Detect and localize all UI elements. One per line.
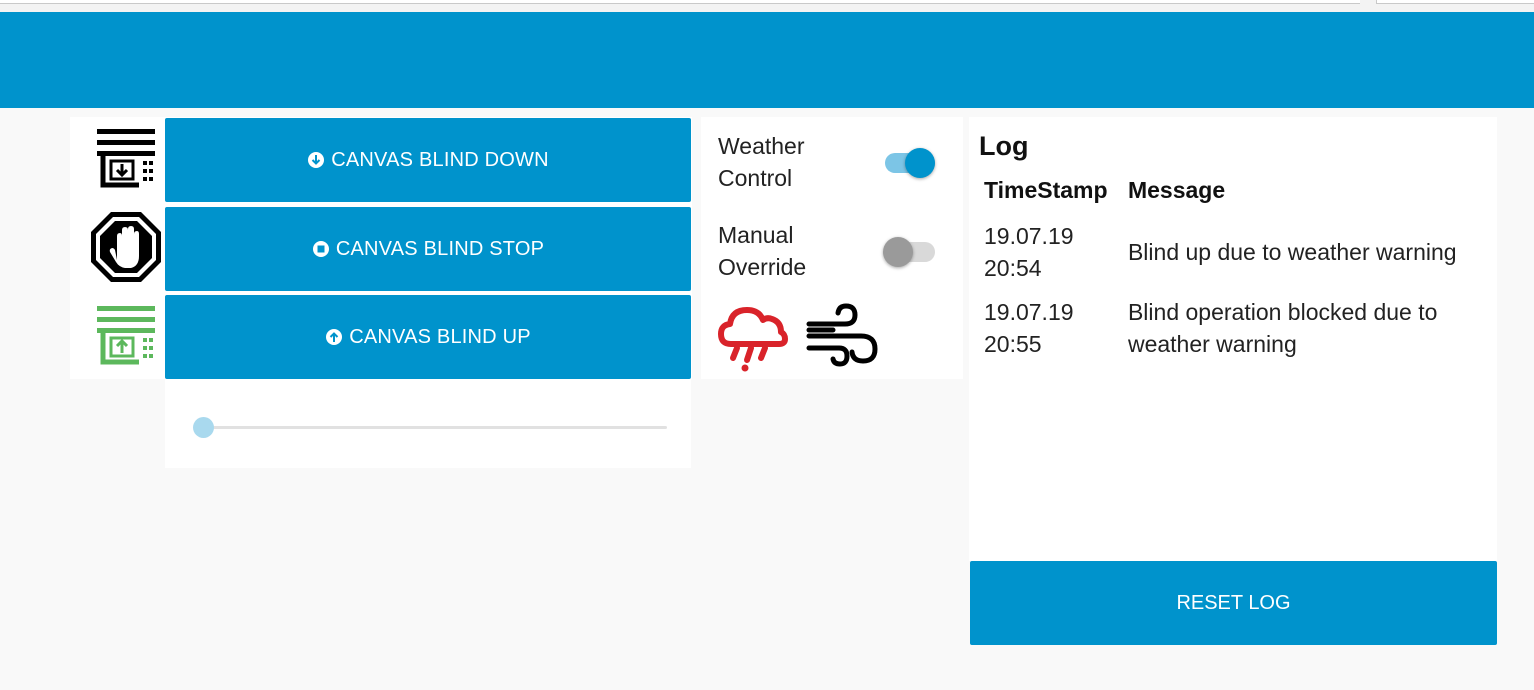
weather-control-label: Weather Control [718,133,805,191]
canvas-blind-up-button[interactable]: CANVAS BLIND UP [165,295,691,379]
canvas-blind-down-button[interactable]: CANVAS BLIND DOWN [165,118,691,202]
canvas-blind-stop-button[interactable]: CANVAS BLIND STOP [165,207,691,291]
blind-position-slider-card [165,379,691,468]
log-column-message: Message [1127,177,1226,203]
log-card: Log TimeStamp Message 19.07.19 20:54 Bli… [969,117,1497,561]
canvas-blind-down-label: CANVAS BLIND DOWN [331,148,549,171]
blind-control-card: CANVAS BLIND DOWN CANVAS BLIND STOP CANV… [70,117,692,379]
blind-position-slider-thumb[interactable] [193,417,214,438]
header-bar [0,12,1534,108]
arrow-down-circle-icon [307,151,325,169]
log-column-timestamp: TimeStamp [984,177,1108,203]
browser-top-strip [0,0,1534,12]
canvas-blind-stop-label: CANVAS BLIND STOP [335,237,545,260]
log-row-message: Blind operation blocked due to weather w… [1127,299,1438,357]
manual-override-label: Manual Override [718,222,807,280]
blind-up-icon [88,295,164,375]
manual-override-toggle[interactable] [883,229,937,269]
arrow-up-circle-icon [325,328,343,346]
stop-circle-icon [312,240,330,258]
canvas-blind-up-label: CANVAS BLIND UP [349,325,531,348]
blind-position-slider-track[interactable] [193,417,667,438]
weather-card: Weather Control Manual Override [701,117,963,379]
reset-log-label: RESET LOG [1176,591,1291,614]
stop-hand-icon [88,207,164,287]
log-title: Log [979,131,1029,161]
browser-tab-edge [1376,0,1534,4]
toggle-knob [883,237,913,267]
reset-log-button[interactable]: RESET LOG [970,561,1497,645]
log-row: 19.07.19 20:54 Blind up due to weather w… [984,214,1497,290]
blind-down-icon [88,118,164,198]
weather-control-toggle[interactable] [883,140,937,180]
log-header-row: TimeStamp Message [984,177,1497,214]
toggle-knob [905,148,935,178]
log-row-message: Blind up due to weather warning [1127,239,1457,265]
rain-cloud-icon [715,298,791,374]
log-row: 19.07.19 20:55 Blind operation blocked d… [984,290,1497,366]
log-row-timestamp: 19.07.19 20:55 [984,299,1074,357]
log-table: TimeStamp Message 19.07.19 20:54 Blind u… [984,177,1497,366]
browser-tab-edge [0,0,1360,4]
wind-icon [803,298,879,374]
log-row-timestamp: 19.07.19 20:54 [984,223,1074,281]
